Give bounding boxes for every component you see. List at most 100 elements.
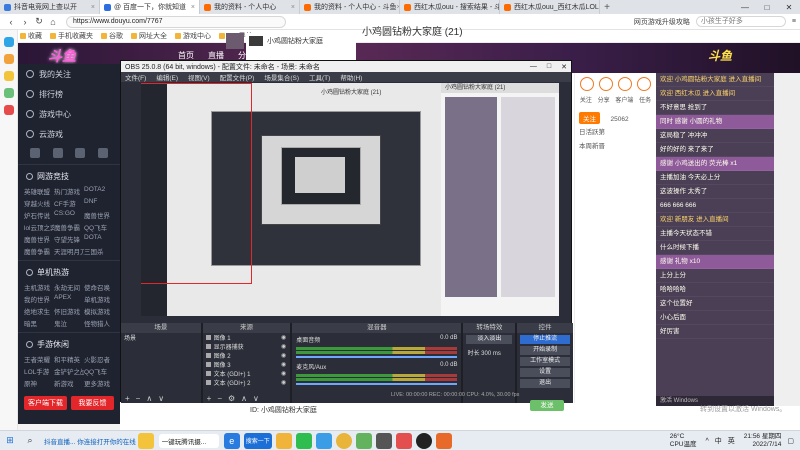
transition-select[interactable]: 淡入淡出 (466, 335, 513, 344)
category-link[interactable]: 王者荣耀 (24, 354, 54, 364)
category-link[interactable]: 怪物猎人 (84, 318, 114, 328)
category-link[interactable]: QQ飞车 (84, 366, 114, 376)
sidebar-item[interactable]: 云游戏 (18, 124, 120, 144)
search-icon[interactable]: ⌕ (22, 433, 38, 449)
category-link[interactable]: 永劫无间 (54, 282, 84, 292)
category-link[interactable]: 鬼泣 (54, 318, 84, 328)
quick-icon[interactable] (75, 148, 86, 158)
bookmark-item[interactable]: 谷歌 (101, 31, 123, 41)
taskbar-active-app[interactable]: 一键玩腾讯摄... (158, 433, 219, 448)
back-icon[interactable]: ‹ (4, 17, 18, 27)
url-input[interactable]: https://www.douyu.com/7767 (66, 15, 286, 28)
category-link[interactable]: 魔兽世界 (84, 210, 114, 220)
close-icon[interactable]: × (91, 4, 95, 11)
category-link[interactable]: 炉石传说 (24, 210, 54, 220)
category-link[interactable]: 金铲铲之战 (54, 366, 84, 376)
bookmark-item[interactable]: 网址大全 (131, 31, 167, 41)
category-link[interactable]: 我的世界 (24, 294, 54, 304)
category-link[interactable]: DOTA (84, 234, 114, 244)
bookmark-item[interactable]: 收藏 (20, 31, 42, 41)
visibility-eye-icon[interactable]: ◉ (281, 370, 286, 377)
folder-icon[interactable] (275, 432, 292, 449)
up-icon[interactable]: ∧ (241, 394, 247, 403)
avatar[interactable] (226, 33, 244, 49)
close-icon[interactable]: × (191, 4, 195, 11)
category-link[interactable]: 原神 (24, 378, 54, 388)
tray-item[interactable]: ^ (705, 438, 708, 445)
category-link[interactable]: 火影忍者 (84, 354, 114, 364)
follow-button[interactable]: 关注 (579, 112, 600, 124)
control-button[interactable]: 工作室模式 (520, 357, 570, 366)
close-icon[interactable]: ✕ (778, 3, 800, 12)
category-link[interactable]: 守望先锋 (54, 234, 84, 244)
source-item[interactable]: 图像 3 ◉ (203, 360, 291, 369)
category-link[interactable]: CF手游 (54, 198, 84, 208)
control-button[interactable]: 停止推流 (520, 335, 570, 344)
close-icon[interactable]: × (291, 4, 295, 11)
volume-slider[interactable] (296, 383, 458, 385)
minimize-icon[interactable]: — (734, 3, 756, 12)
obs-menu-item[interactable]: 编辑(E) (156, 72, 178, 82)
category-link[interactable]: 绝地求生 (24, 306, 54, 316)
side-app-icon[interactable] (3, 105, 14, 115)
home-icon[interactable]: ⌂ (46, 17, 60, 27)
category-link[interactable]: 穿越火线 (24, 198, 54, 208)
rail-action-icon[interactable] (579, 77, 594, 91)
mini-room-card[interactable]: 小鸡圆钻粉大家庭 (246, 33, 356, 63)
category-link[interactable]: LOL手游 (24, 366, 54, 376)
visibility-eye-icon[interactable]: ◉ (281, 334, 286, 341)
obs-menu-item[interactable]: 文件(F) (125, 72, 146, 82)
source-item[interactable]: 文本 (GDI+) 2 ◉ (203, 378, 291, 387)
category-link[interactable]: 模拟游戏 (84, 306, 114, 316)
wechat-icon[interactable] (295, 432, 312, 449)
download-client-button[interactable]: 客户端下载 (24, 396, 67, 410)
browser-icon[interactable]: e (223, 432, 240, 449)
douyu-logo[interactable]: 斗鱼 (48, 46, 76, 66)
taskbar-notification[interactable]: 抖音直播... 你连接打开你的在线 (44, 436, 136, 446)
obs-menu-item[interactable]: 工具(T) (309, 72, 330, 82)
side-app-icon[interactable] (3, 71, 14, 81)
category-link[interactable]: 魔兽世界 (24, 234, 54, 244)
tray-item[interactable]: 中 (715, 438, 722, 445)
sidebar-item[interactable]: 我的关注 (18, 64, 120, 84)
sidebar-section-title[interactable]: 网游竞技 (18, 164, 120, 184)
source-item[interactable]: 图像 2 ◉ (203, 351, 291, 360)
file-explorer-icon[interactable] (137, 432, 154, 449)
category-link[interactable]: 天涯明月刀 (54, 246, 84, 256)
sidebar-section-title[interactable]: 手游休闲 (18, 332, 120, 352)
maximize-icon[interactable]: □ (547, 63, 551, 71)
scene-item[interactable]: 场景 (121, 333, 201, 342)
rail-action-icon[interactable] (618, 77, 633, 91)
promo-link[interactable]: 网页游戏升级攻略 (634, 17, 690, 27)
browser-tab[interactable]: @ 百度一下，你就知道 × (100, 0, 200, 14)
browser-tab[interactable]: 我的资料 - 个人中心 - 斗鱼× (300, 0, 400, 14)
side-app-icon[interactable] (3, 37, 14, 47)
category-link[interactable]: 使命召唤 (84, 282, 114, 292)
down-icon[interactable]: ∨ (158, 394, 164, 403)
close-icon[interactable]: ✕ (561, 63, 567, 71)
sidebar-item[interactable]: 游戏中心 (18, 104, 120, 124)
category-link[interactable]: CS:GO (54, 210, 84, 220)
side-app-icon[interactable] (3, 54, 14, 64)
side-app-icon[interactable] (3, 88, 14, 98)
app-icon[interactable] (395, 432, 412, 449)
rail-action-icon[interactable] (637, 77, 652, 91)
quick-icon[interactable] (52, 148, 63, 158)
browser-tab[interactable]: 抖音电竞网上查以开 × (0, 0, 100, 14)
clock[interactable]: 21:56 星期四 2022/7/14 (744, 433, 782, 449)
control-button[interactable]: 退出 (520, 379, 570, 388)
weather-widget[interactable]: 26°C CPU温度 (670, 433, 697, 449)
control-button[interactable]: 设置 (520, 368, 570, 377)
windows-start-icon[interactable]: ⊞ (2, 433, 18, 449)
browser-tab[interactable]: 西红木瓜ouu - 搜索结果 - 斗鱼× (400, 0, 500, 14)
quick-icon[interactable] (30, 148, 41, 158)
duration-input[interactable]: 300 ms (481, 351, 501, 357)
category-link[interactable]: 魔兽争霸 (24, 246, 54, 256)
refresh-icon[interactable]: ↻ (32, 16, 46, 27)
obs-icon[interactable] (415, 432, 432, 449)
send-button[interactable]: 发送 (530, 400, 564, 411)
sidebar-section-title[interactable]: 单机热游 (18, 260, 120, 280)
up-icon[interactable]: ∧ (146, 394, 152, 403)
visibility-eye-icon[interactable]: ◉ (281, 379, 286, 386)
chrome-icon[interactable] (335, 432, 352, 449)
